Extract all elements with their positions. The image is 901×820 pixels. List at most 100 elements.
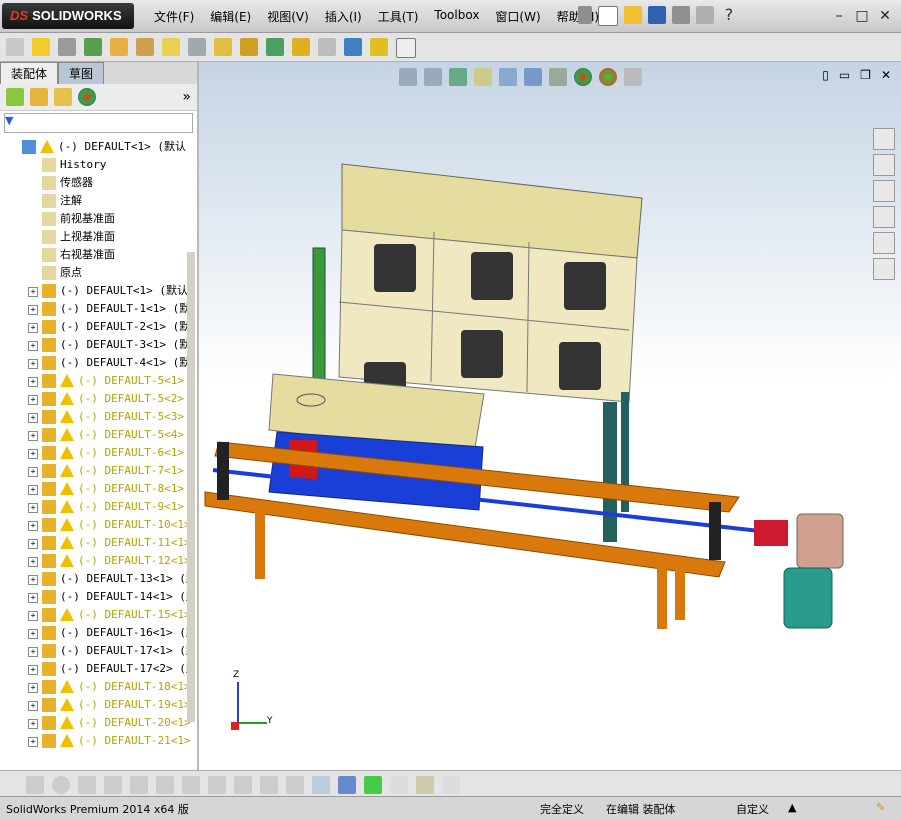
expand-icon[interactable]: + — [28, 665, 38, 675]
tree-node[interactable]: History — [0, 156, 195, 174]
component-icon[interactable] — [6, 38, 24, 56]
tree-node[interactable]: + (-) DEFAULT-5<3> — [0, 408, 195, 426]
tree-node[interactable]: + (-) DEFAULT-15<1> — [0, 606, 195, 624]
expand-icon[interactable]: + — [28, 323, 38, 333]
offset-icon[interactable] — [208, 776, 226, 794]
menu-item[interactable]: 工具(T) — [370, 8, 427, 25]
tree-node[interactable]: 注解 — [0, 192, 195, 210]
expand-icon[interactable]: + — [28, 467, 38, 477]
chevron-up-icon[interactable]: ▲ — [788, 801, 796, 814]
tree-node[interactable]: + (-) DEFAULT-5<1> — [0, 372, 195, 390]
menu-item[interactable]: 窗口(W) — [487, 8, 548, 25]
box-icon[interactable] — [286, 776, 304, 794]
menu-item[interactable]: 视图(V) — [259, 8, 317, 25]
expand-icon[interactable]: + — [28, 359, 38, 369]
tree-node[interactable]: + (-) DEFAULT-7<1> — [0, 462, 195, 480]
minimize-icon[interactable]: – — [830, 7, 848, 25]
save-icon[interactable] — [648, 6, 666, 24]
bill-of-materials-icon[interactable] — [266, 38, 284, 56]
expand-icon[interactable]: + — [28, 431, 38, 441]
tree-node[interactable]: + (-) DEFAULT-4<1> (默 — [0, 354, 195, 372]
maximize-icon[interactable]: □ — [853, 7, 871, 25]
expand-icon[interactable]: + — [28, 341, 38, 351]
tree-node[interactable]: (-) DEFAULT<1> (默认 — [0, 138, 195, 156]
graphics-area[interactable]: ▯ ▭ ❐ ✕ Z Y — [199, 62, 901, 770]
solidworks-logo[interactable]: DS SOLIDWORKS — [2, 3, 134, 29]
tree-node[interactable]: + (-) DEFAULT-11<1> — [0, 534, 195, 552]
show-hidden-icon[interactable] — [162, 38, 180, 56]
interference-icon[interactable] — [344, 38, 362, 56]
move-component-icon[interactable] — [136, 38, 154, 56]
expand-icon[interactable]: + — [28, 593, 38, 603]
expand-icon[interactable]: + — [28, 629, 38, 639]
tree-node[interactable]: + (-) DEFAULT-10<1> — [0, 516, 195, 534]
open-folder-icon[interactable] — [624, 6, 642, 24]
tree-node[interactable]: + (-) DEFAULT<1> (默认 — [0, 282, 195, 300]
menu-item[interactable]: 插入(I) — [317, 8, 370, 25]
expand-icon[interactable]: + — [28, 305, 38, 315]
instant3d-icon[interactable] — [396, 38, 416, 58]
filter-input[interactable]: ▼ — [4, 113, 193, 133]
expand-icon[interactable]: + — [28, 719, 38, 729]
isometric-view-icon[interactable] — [312, 776, 330, 794]
expand-arrows-icon[interactable]: » — [182, 89, 191, 105]
custom-properties-icon[interactable] — [873, 258, 895, 280]
expand-icon[interactable]: + — [28, 611, 38, 621]
display-manager-icon[interactable] — [78, 88, 96, 106]
exploded-view-icon[interactable] — [292, 38, 310, 56]
tree-node[interactable]: + (-) DEFAULT-18<1> — [0, 678, 195, 696]
rebuild-icon[interactable] — [390, 776, 408, 794]
expand-icon[interactable]: + — [28, 485, 38, 495]
expand-icon[interactable]: + — [28, 413, 38, 423]
tree-node[interactable]: + (-) DEFAULT-8<1> — [0, 480, 195, 498]
point-icon[interactable] — [26, 776, 44, 794]
smart-fasteners-icon[interactable] — [110, 38, 128, 56]
fillet-icon[interactable] — [156, 776, 174, 794]
tab-sketch[interactable]: 草图 — [58, 62, 105, 84]
shaded-view-icon[interactable] — [338, 776, 356, 794]
tree-node[interactable]: + (-) DEFAULT-16<1> (默 — [0, 624, 195, 642]
appearances-icon[interactable] — [873, 232, 895, 254]
view-palette-icon[interactable] — [873, 206, 895, 228]
menu-item[interactable]: 编辑(E) — [202, 8, 259, 25]
tree-node[interactable]: + (-) DEFAULT-6<1> — [0, 444, 195, 462]
tree-node[interactable]: + (-) DEFAULT-12<1> — [0, 552, 195, 570]
menu-item[interactable]: Toolbox — [426, 8, 487, 25]
sketch-icon[interactable] — [318, 38, 336, 56]
tree-node[interactable]: + (-) DEFAULT-17<2> (默 — [0, 660, 195, 678]
home-icon[interactable] — [873, 128, 895, 150]
menu-item[interactable]: 文件(F) — [146, 8, 202, 25]
tree-node[interactable]: + (-) DEFAULT-14<1> (默 — [0, 588, 195, 606]
trim-icon[interactable] — [104, 776, 122, 794]
mate-icon[interactable] — [58, 38, 76, 56]
expand-icon[interactable]: + — [28, 449, 38, 459]
circle-icon[interactable] — [52, 776, 70, 794]
rebuild-status-icon[interactable]: ✎ — [876, 801, 885, 814]
undo-icon[interactable] — [696, 6, 714, 24]
tree-node[interactable]: 右视基准面 — [0, 246, 195, 264]
property-manager-icon[interactable] — [30, 88, 48, 106]
tree-scrollbar[interactable] — [187, 252, 195, 722]
tree-node[interactable]: + (-) DEFAULT-17<1> (默 — [0, 642, 195, 660]
tree-node[interactable]: + (-) DEFAULT-13<1> (默 — [0, 570, 195, 588]
tree-node[interactable]: + (-) DEFAULT-5<4> — [0, 426, 195, 444]
tree-node[interactable]: + (-) DEFAULT-21<1> — [0, 732, 195, 750]
polygon-icon[interactable] — [78, 776, 96, 794]
pin-icon[interactable] — [578, 6, 592, 24]
expand-icon[interactable]: + — [28, 575, 38, 585]
new-motion-study-icon[interactable] — [240, 38, 258, 56]
expand-icon[interactable]: + — [28, 683, 38, 693]
mirror-icon[interactable] — [182, 776, 200, 794]
tree-node[interactable]: + (-) DEFAULT-2<1> (默 — [0, 318, 195, 336]
expand-icon[interactable]: + — [28, 521, 38, 531]
tab-assembly[interactable]: 装配体 — [0, 62, 59, 84]
new-file-icon[interactable] — [598, 6, 618, 26]
configuration-icon[interactable] — [54, 88, 72, 106]
tree-node[interactable]: + (-) DEFAULT-3<1> (默 — [0, 336, 195, 354]
table-icon[interactable] — [442, 776, 460, 794]
help-icon[interactable]: ? — [720, 6, 738, 24]
tree-node[interactable]: + (-) DEFAULT-1<1> (默 — [0, 300, 195, 318]
pattern-icon[interactable] — [84, 38, 102, 56]
expand-icon[interactable]: + — [28, 377, 38, 387]
expand-icon[interactable]: + — [28, 647, 38, 657]
